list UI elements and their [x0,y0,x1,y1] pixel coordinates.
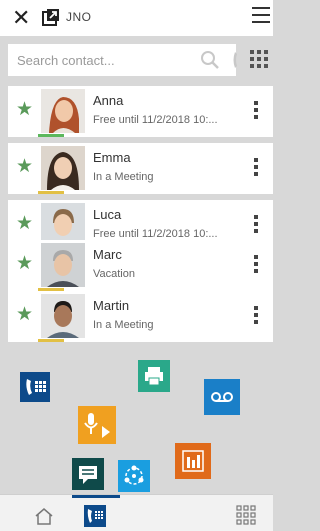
contact-name: Luca [93,207,122,222]
status-indicator [38,191,64,194]
bottom-nav [0,494,273,531]
favorite-star-icon[interactable]: ★ [16,305,33,325]
grid-icon[interactable] [236,505,256,525]
close-icon[interactable]: ✕ [12,6,30,30]
contact-status: Free until 11/2/2018 10:... [93,228,218,240]
search-bar [8,44,236,76]
favorite-star-icon[interactable]: ★ [16,157,33,177]
contact-status: Vacation [93,268,135,280]
contact-name: Martin [93,298,130,313]
favorite-star-icon[interactable]: ★ [16,254,33,274]
report-chart-icon[interactable] [175,443,211,479]
network-icon[interactable] [118,460,150,492]
dialpad-icon[interactable] [250,50,268,68]
avatar [41,89,85,133]
phone-icon[interactable] [232,50,244,70]
contact-item[interactable]: ★ Martin In a Meeting [8,291,273,342]
voicemail-icon[interactable] [204,379,240,415]
search-input[interactable] [8,44,197,76]
search-icon[interactable] [200,50,220,70]
more-options-icon[interactable] [254,101,258,121]
active-tab-indicator [72,495,120,498]
contact-item[interactable]: ★ Marc Vacation [8,240,273,291]
contact-name: Marc [93,247,122,262]
hamburger-icon[interactable] [252,7,270,25]
page-title: JNO [66,10,92,24]
microphone-icon[interactable] [78,406,116,444]
more-options-icon[interactable] [254,255,258,275]
favorite-star-icon[interactable]: ★ [16,214,33,234]
contact-item[interactable]: ★ Anna Free until 11/2/2018 10:... [8,86,273,137]
status-indicator [38,134,64,137]
contact-status: In a Meeting [93,319,154,331]
message-icon[interactable] [72,458,104,490]
contact-item[interactable]: ★ Emma In a Meeting [8,143,273,194]
contact-name: Emma [93,150,131,165]
phone-dialpad-icon[interactable] [84,505,106,527]
more-options-icon[interactable] [254,158,258,178]
print-icon[interactable] [138,360,170,392]
contact-name: Anna [93,93,124,108]
phone-dialpad-icon[interactable] [20,372,50,402]
status-indicator [38,339,64,342]
avatar [41,243,85,287]
avatar [41,294,85,338]
contact-status: Free until 11/2/2018 10:... [93,114,218,126]
home-icon[interactable] [34,507,54,525]
more-options-icon[interactable] [254,215,258,235]
favorite-star-icon[interactable]: ★ [16,100,33,120]
contact-status: In a Meeting [93,171,154,183]
top-bar: ✕ JNO [0,0,273,36]
more-options-icon[interactable] [254,306,258,326]
export-icon[interactable] [42,8,60,26]
avatar [41,146,85,190]
